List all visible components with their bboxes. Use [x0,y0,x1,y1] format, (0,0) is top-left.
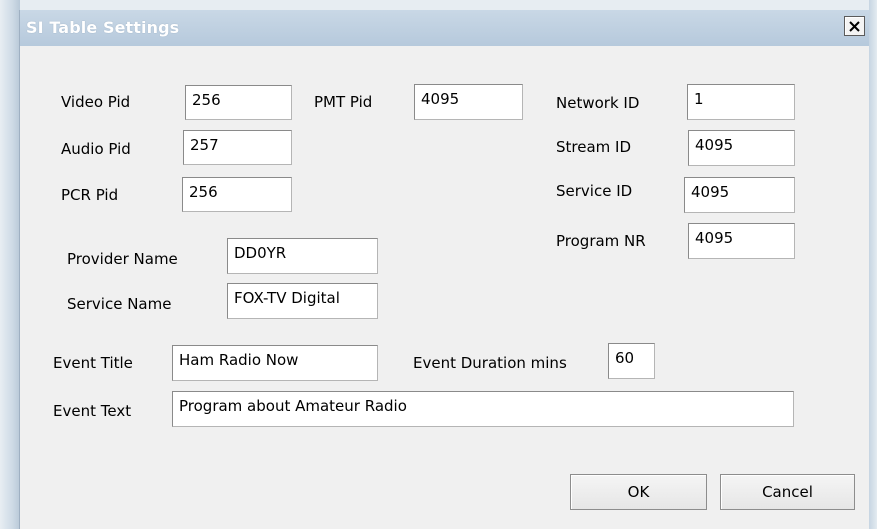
pmt-pid-label: PMT Pid [314,93,373,111]
close-icon [849,20,860,32]
service-name-field[interactable]: FOX-TV Digital [227,283,378,319]
ok-button[interactable]: OK [570,474,707,510]
service-name-label: Service Name [67,295,172,313]
service-id-field[interactable]: 4095 [684,177,795,213]
event-text-field[interactable]: Program about Amateur Radio [172,391,794,427]
event-duration-field[interactable]: 60 [608,343,655,379]
pcr-pid-label: PCR Pid [61,186,119,204]
audio-pid-field[interactable]: 257 [183,130,292,165]
event-duration-label: Event Duration mins [413,354,567,372]
cancel-button[interactable]: Cancel [720,474,855,510]
title-bar[interactable]: SI Table Settings [20,10,869,46]
program-nr-field[interactable]: 4095 [688,223,795,259]
desktop-background-left [0,0,20,529]
event-title-label: Event Title [53,354,133,372]
stream-id-label: Stream ID [556,138,632,156]
network-id-label: Network ID [556,94,640,112]
si-table-settings-dialog: SI Table Settings Video Pid 256 Audio Pi… [20,10,869,529]
provider-name-label: Provider Name [67,250,178,268]
video-pid-field[interactable]: 256 [185,85,292,120]
dialog-title: SI Table Settings [26,18,180,37]
video-pid-label: Video Pid [61,93,131,111]
audio-pid-label: Audio Pid [61,140,131,158]
close-button[interactable] [844,16,865,36]
desktop-background-top [0,0,877,10]
stream-id-field[interactable]: 4095 [688,130,795,166]
event-title-field[interactable]: Ham Radio Now [172,345,378,381]
event-text-label: Event Text [53,402,132,420]
provider-name-field[interactable]: DD0YR [227,238,378,274]
pmt-pid-field[interactable]: 4095 [414,84,523,120]
pcr-pid-field[interactable]: 256 [182,177,292,212]
service-id-label: Service ID [556,182,633,200]
network-id-field[interactable]: 1 [687,84,795,120]
desktop-background-right [869,0,877,529]
program-nr-label: Program NR [556,232,646,250]
